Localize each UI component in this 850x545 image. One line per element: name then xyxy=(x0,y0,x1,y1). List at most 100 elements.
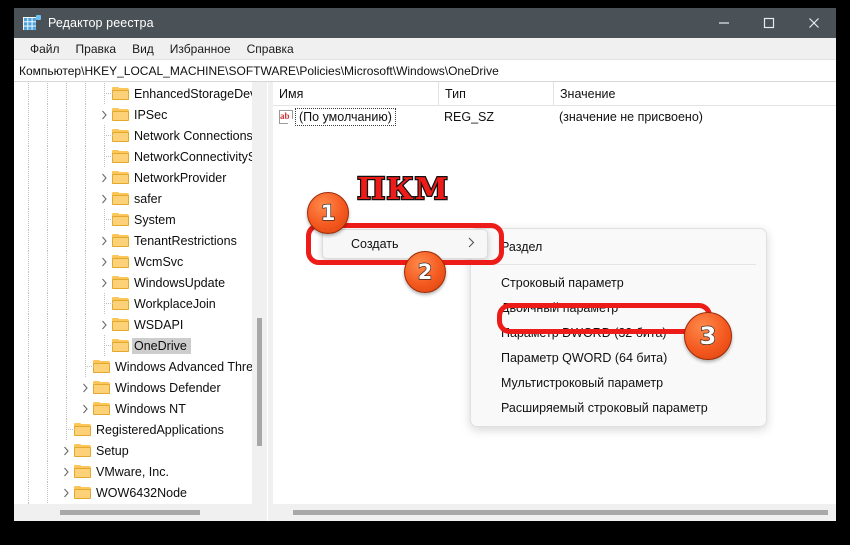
tree-item-registeredapplications[interactable]: RegisteredApplications xyxy=(14,419,267,440)
tree-vertical-scrollbar[interactable] xyxy=(252,82,267,504)
tree-guide xyxy=(66,230,67,251)
folder-icon xyxy=(74,422,91,437)
tree-item-vmware-inc[interactable]: VMware, Inc. xyxy=(14,461,267,482)
tree-guide xyxy=(66,272,67,293)
value-name-text: (По умолчанию) xyxy=(295,107,396,126)
tree-item-wow6432node[interactable]: WOW6432Node xyxy=(14,482,267,503)
address-bar[interactable]: Компьютер\HKEY_LOCAL_MACHINE\SOFTWARE\Po… xyxy=(14,60,836,82)
value-name-cell[interactable]: ab (По умолчанию) xyxy=(273,106,438,127)
tree-horizontal-scrollbar[interactable] xyxy=(14,504,267,521)
tree-guide xyxy=(47,251,48,272)
folder-icon xyxy=(112,149,129,164)
submenu-item-6[interactable]: Расширяемый строковый параметр xyxy=(471,395,766,420)
maximize-button[interactable] xyxy=(746,8,791,38)
values-hscrollbar-thumb[interactable] xyxy=(293,510,828,515)
rmb-annotation-label: ПКМ xyxy=(356,171,449,209)
tree-guide xyxy=(104,303,113,304)
chevron-right-icon[interactable] xyxy=(77,377,93,398)
tree-item-windows-nt[interactable]: Windows NT xyxy=(14,398,267,419)
menu-help[interactable]: Справка xyxy=(239,39,302,59)
tree-item-ipsec[interactable]: IPSec xyxy=(14,104,267,125)
submenu-item-0[interactable]: Раздел xyxy=(471,234,766,259)
table-row[interactable]: ab (По умолчанию) REG_SZ (значение не пр… xyxy=(273,106,836,127)
tree-guide xyxy=(47,440,48,461)
tree-guide xyxy=(28,293,29,314)
tree-item-enhancedstoragedevi[interactable]: EnhancedStorageDevi xyxy=(14,83,267,104)
tree-guide xyxy=(66,146,67,167)
values-horizontal-scrollbar[interactable] xyxy=(273,504,836,521)
folder-icon xyxy=(74,443,91,458)
tree-guide xyxy=(28,482,29,503)
chevron-right-icon[interactable] xyxy=(96,104,112,125)
tree-item-onedrive[interactable]: OneDrive xyxy=(14,335,267,356)
minimize-button[interactable] xyxy=(701,8,746,38)
tree-guide xyxy=(28,356,29,377)
chevron-right-icon[interactable] xyxy=(58,461,74,482)
tree-guide xyxy=(66,377,67,398)
column-header-type[interactable]: Тип xyxy=(438,81,553,106)
value-data-cell: (значение не присвоено) xyxy=(559,109,703,124)
folder-icon xyxy=(93,401,110,416)
tree-item-setup[interactable]: Setup xyxy=(14,440,267,461)
folder-icon xyxy=(112,233,129,248)
menu-file[interactable]: Файл xyxy=(22,39,68,59)
tree-item-workplacejoin[interactable]: WorkplaceJoin xyxy=(14,293,267,314)
tree-item-tenantrestrictions[interactable]: TenantRestrictions xyxy=(14,230,267,251)
submenu-item-1[interactable]: Строковый параметр xyxy=(471,270,766,295)
tree-guide xyxy=(104,146,105,167)
tree-guide xyxy=(28,377,29,398)
chevron-right-icon[interactable] xyxy=(96,251,112,272)
tree-item-label: VMware, Inc. xyxy=(96,464,169,479)
menu-favorites[interactable]: Избранное xyxy=(162,39,239,59)
tree-guide xyxy=(66,104,67,125)
chevron-right-icon[interactable] xyxy=(96,188,112,209)
chevron-right-icon[interactable] xyxy=(77,398,93,419)
close-button[interactable] xyxy=(791,8,836,38)
tree-item-windowsupdate[interactable]: WindowsUpdate xyxy=(14,272,267,293)
tree-item-label: TenantRestrictions xyxy=(134,233,237,248)
tree-item-safer[interactable]: safer xyxy=(14,188,267,209)
tree-guide xyxy=(104,125,105,146)
chevron-right-icon[interactable] xyxy=(96,314,112,335)
chevron-right-icon[interactable] xyxy=(96,272,112,293)
tree-guide xyxy=(104,135,113,136)
tree-item-networkprovider[interactable]: NetworkProvider xyxy=(14,167,267,188)
tree-guide xyxy=(47,377,48,398)
tree-guide xyxy=(47,209,48,230)
tree-item-wcmsvc[interactable]: WcmSvc xyxy=(14,251,267,272)
tree-guide xyxy=(47,461,48,482)
chevron-right-icon[interactable] xyxy=(58,440,74,461)
tree-item-label: WindowsUpdate xyxy=(134,275,226,290)
chevron-right-icon[interactable] xyxy=(58,482,74,503)
folder-icon xyxy=(74,464,91,479)
tree-item-windows-advanced-thre[interactable]: Windows Advanced Thre xyxy=(14,356,267,377)
tree-guide xyxy=(104,219,113,220)
chevron-right-icon[interactable] xyxy=(96,230,112,251)
tree-guide xyxy=(47,167,48,188)
tree-item-wsdapi[interactable]: WSDAPI xyxy=(14,314,267,335)
tree-item-windows-defender[interactable]: Windows Defender xyxy=(14,377,267,398)
tree-item-network-connections[interactable]: Network Connections xyxy=(14,125,267,146)
menu-edit[interactable]: Правка xyxy=(68,39,125,59)
menu-view[interactable]: Вид xyxy=(124,39,162,59)
tree-item-label: WcmSvc xyxy=(134,254,184,269)
tree-guide xyxy=(85,188,86,209)
submenu-item-5[interactable]: Мультистроковый параметр xyxy=(471,370,766,395)
tree-guide xyxy=(28,272,29,293)
tree-scrollbar-thumb[interactable] xyxy=(257,318,262,446)
chevron-right-icon[interactable] xyxy=(96,167,112,188)
tree-guide xyxy=(85,83,86,104)
column-header-name[interactable]: Имя xyxy=(273,82,438,106)
folder-icon xyxy=(112,338,129,353)
column-header-value[interactable]: Значение xyxy=(553,81,836,106)
tree-item-networkconnectivitys[interactable]: NetworkConnectivityS xyxy=(14,146,267,167)
tree-guide xyxy=(28,314,29,335)
tree-hscrollbar-thumb[interactable] xyxy=(60,510,200,515)
tree-guide xyxy=(47,104,48,125)
tree-item-system[interactable]: System xyxy=(14,209,267,230)
tree-guide xyxy=(104,335,105,356)
